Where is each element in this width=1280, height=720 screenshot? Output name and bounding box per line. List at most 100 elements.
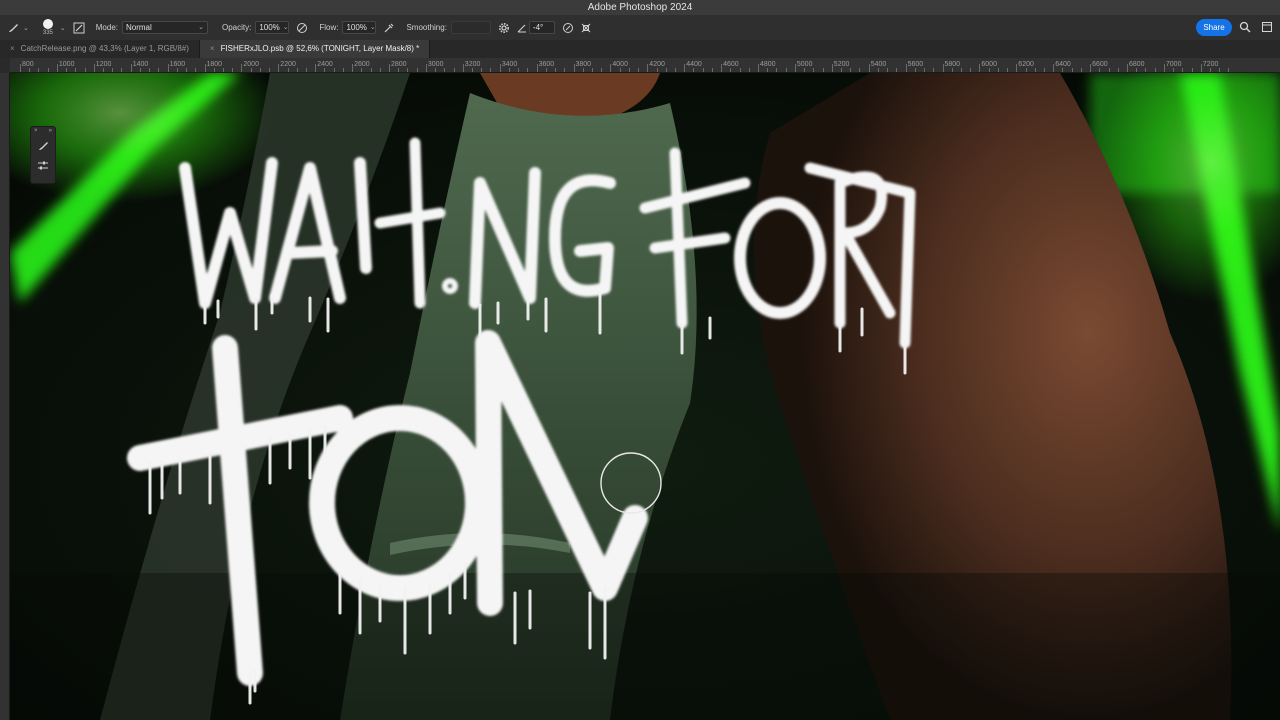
airbrush-icon[interactable] — [382, 21, 396, 35]
chevron-down-icon: ⌄ — [369, 24, 376, 31]
ruler-label: 5400 — [870, 61, 887, 68]
ruler-tick — [278, 64, 280, 72]
artwork — [10, 73, 1280, 720]
ruler-tick — [1090, 64, 1092, 72]
brush-angle-icon — [515, 21, 529, 35]
brush-tool-icon[interactable] — [6, 21, 20, 35]
share-button[interactable]: Share — [1196, 19, 1232, 36]
vertical-ruler[interactable] — [0, 58, 10, 720]
document-canvas[interactable] — [10, 73, 1280, 720]
ruler-tick — [942, 64, 944, 72]
ruler-tick — [536, 64, 538, 72]
ruler-label: 3800 — [575, 61, 592, 68]
close-icon[interactable]: × — [10, 44, 15, 53]
ruler-tick — [794, 64, 796, 72]
pressure-size-icon[interactable] — [561, 21, 575, 35]
brush-tip-icon — [42, 19, 53, 29]
ruler-tick — [1016, 64, 1018, 72]
ruler-label: 3000 — [427, 61, 444, 68]
floating-tool-panel[interactable]: × » — [30, 126, 56, 184]
ruler-label: 6800 — [1129, 61, 1145, 68]
brush-preset-picker[interactable]: 335 — [39, 19, 57, 36]
ruler-tick — [1163, 64, 1165, 72]
ruler-origin[interactable] — [0, 58, 10, 73]
flow-value: 100% — [346, 23, 367, 32]
opacity-value: 100% — [259, 23, 280, 32]
brush-angle-field[interactable]: -4° — [528, 21, 555, 34]
ruler-label: 6400 — [1055, 61, 1071, 68]
ruler-tick — [20, 64, 21, 72]
blend-mode-value: Normal — [125, 23, 152, 32]
ruler-tick — [425, 64, 427, 72]
search-icon[interactable] — [1238, 20, 1252, 34]
flow-field[interactable]: 100% ⌄ — [342, 21, 377, 34]
collapse-icon[interactable]: » — [49, 128, 52, 136]
ruler-label: 6000 — [981, 61, 997, 68]
chevron-down-icon: ⌄ — [282, 24, 289, 31]
mode-label: Mode: — [95, 23, 118, 32]
horizontal-ruler[interactable]: 800 1000 1200 1400 1600 1800 2000 2200 2400 2600 2… — [10, 58, 1280, 73]
ruler-label: 4200 — [649, 61, 665, 68]
ruler-label: 1800 — [206, 61, 223, 68]
ruler-tick — [573, 64, 575, 72]
ruler-label: 2200 — [280, 61, 296, 68]
pressure-opacity-icon[interactable] — [295, 21, 309, 35]
title-bar: Adobe Photoshop 2024 — [0, 0, 1280, 15]
sliders-icon — [37, 159, 49, 177]
opacity-field[interactable]: 100% ⌄ — [255, 21, 290, 34]
ruler-label: 800 — [22, 61, 34, 68]
document-tabs: × CatchRelease.png @ 43,3% (Layer 1, RGB/… — [0, 40, 1280, 58]
ruler-tick — [758, 64, 759, 72]
tab-fisherxjlo[interactable]: × FISHERxJLO.psb @ 52,6% (TONIGHT, Layer … — [199, 40, 431, 58]
ruler-label: 3200 — [464, 61, 481, 68]
options-bar: ⌄ 335 ⌄ Mode: Normal ⌄ Opacity: 100% ⌄ F… — [0, 15, 1280, 40]
ruler-label: 4800 — [760, 61, 776, 68]
gear-icon[interactable] — [497, 21, 511, 35]
ruler-tick — [499, 64, 501, 72]
ruler-tick — [389, 64, 390, 72]
ruler-label: 4400 — [686, 61, 702, 68]
flow-label: Flow: — [319, 23, 339, 32]
ruler-label: 3600 — [538, 61, 555, 68]
close-icon[interactable]: × — [210, 44, 215, 53]
ruler-tick — [56, 64, 58, 72]
ruler-tick — [1200, 64, 1202, 72]
close-icon[interactable]: × — [34, 128, 38, 136]
ruler-tick — [130, 64, 132, 72]
ruler-tick — [462, 64, 464, 72]
brush-size-value: 335 — [42, 30, 53, 36]
ruler-label: 1600 — [169, 61, 186, 68]
ruler-tick — [1127, 64, 1128, 72]
ruler-tick — [167, 64, 169, 72]
ruler-tick — [352, 64, 354, 72]
tab-label: FISHERxJLO.psb @ 52,6% (TONIGHT, Layer M… — [220, 44, 420, 53]
chevron-down-icon: ⌄ — [198, 24, 204, 31]
ruler-tick — [241, 64, 243, 72]
brush-settings-button[interactable] — [33, 139, 53, 157]
tab-label: CatchRelease.png @ 43,3% (Layer 1, RGB/8… — [20, 44, 189, 53]
ruler-tick — [204, 64, 206, 72]
ruler-label: 1200 — [95, 61, 112, 68]
brush-settings-panel-icon[interactable] — [72, 21, 86, 35]
ruler-tick — [868, 64, 870, 72]
ruler-label: 7200 — [1202, 61, 1219, 68]
ruler-label: 7000 — [1165, 61, 1182, 68]
ruler-label: 3400 — [501, 61, 518, 68]
ruler-tick — [93, 64, 95, 72]
brush-picker-chevron-icon[interactable]: ⌄ — [60, 24, 66, 32]
opacity-label: Opacity: — [221, 23, 252, 32]
ruler-tick — [1053, 64, 1055, 72]
ruler-label: 2400 — [317, 61, 333, 68]
smoothing-field[interactable] — [450, 21, 491, 34]
smoothing-label: Smoothing: — [406, 23, 447, 32]
ruler-label: 6600 — [1092, 61, 1108, 68]
adjustments-button[interactable] — [33, 159, 53, 177]
blend-mode-select[interactable]: Normal ⌄ — [121, 21, 208, 34]
ruler-tick — [721, 64, 723, 72]
tool-preset-chevron-icon[interactable]: ⌄ — [23, 24, 29, 32]
symmetry-icon[interactable] — [579, 21, 593, 35]
workspace-expand-icon[interactable] — [1260, 20, 1274, 34]
ruler-tick — [831, 64, 833, 72]
ruler-label: 4600 — [723, 61, 739, 68]
tab-catchrelease[interactable]: × CatchRelease.png @ 43,3% (Layer 1, RGB/… — [0, 40, 200, 58]
